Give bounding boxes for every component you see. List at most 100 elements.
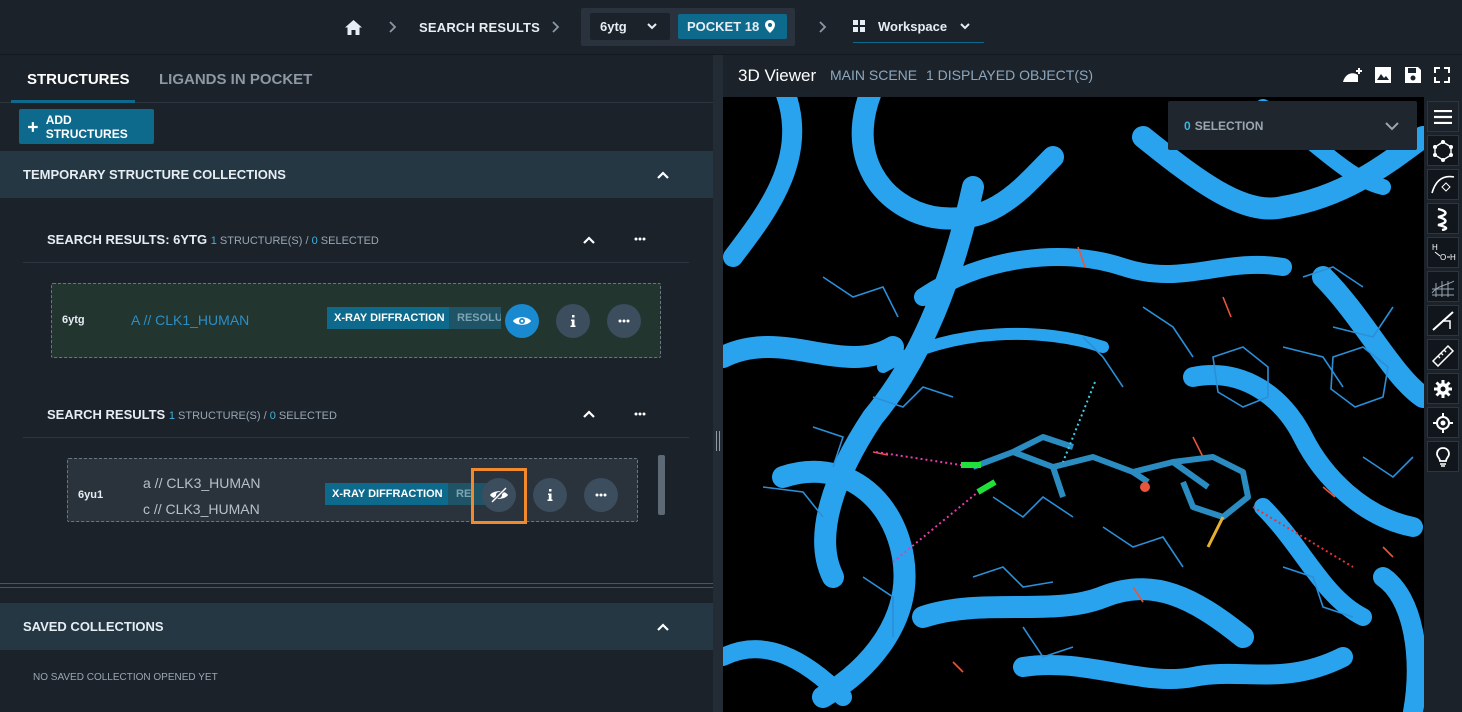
- group-meta: 1 STRUCTURE(S) / 0 SELECTED: [211, 235, 379, 247]
- info-button[interactable]: [556, 304, 590, 338]
- selected-label: SELECTED: [278, 410, 337, 422]
- chevron-down-icon: [1385, 122, 1399, 131]
- helix-icon: [1437, 207, 1448, 231]
- top-navigation-bar: SEARCH RESULTS 6ytg POCKET 18 Workspace: [0, 0, 1462, 55]
- pdb-select-value: 6ytg: [600, 19, 627, 34]
- pdb-select[interactable]: 6ytg: [590, 13, 670, 40]
- workspace-select[interactable]: Workspace: [853, 10, 984, 43]
- section-title: SAVED COLLECTIONS: [23, 619, 164, 634]
- protein-ribbon-render: [723, 97, 1424, 712]
- viewer-title: 3D Viewer: [738, 66, 817, 85]
- svg-text:H: H: [1432, 243, 1438, 252]
- method-badge: X-RAY DIFFRACTION: [327, 307, 452, 329]
- viewer-header: 3D Viewer MAIN SCENE 1 DISPLAYED OBJECT(…: [723, 55, 1462, 97]
- chain-label[interactable]: a // CLK3_HUMAN: [143, 475, 260, 491]
- chevron-up-icon[interactable]: [582, 409, 596, 419]
- divider: [23, 262, 689, 263]
- structure-card-6ytg[interactable]: 6ytg A // CLK1_HUMAN X-RAY DIFFRACTION R…: [51, 283, 661, 358]
- tab-structures[interactable]: STRUCTURES: [27, 71, 130, 88]
- settings-button[interactable]: [1427, 373, 1459, 404]
- cartoon-style-button[interactable]: [1427, 203, 1459, 234]
- selected-label: SELECTED: [320, 235, 379, 247]
- home-button[interactable]: [344, 0, 363, 55]
- scrollbar-thumb[interactable]: [658, 455, 665, 515]
- molecule-icon: [1433, 139, 1453, 162]
- save-icon[interactable]: [1404, 66, 1422, 84]
- add-structures-label: ADD STRUCTURES: [45, 112, 128, 141]
- chevron-up-icon[interactable]: [656, 170, 670, 180]
- chevron-right-icon: [552, 21, 560, 33]
- molecule-3d-canvas[interactable]: [723, 97, 1424, 712]
- breadcrumb-search-results[interactable]: SEARCH RESULTS: [419, 0, 540, 55]
- target-icon: [1433, 412, 1453, 433]
- workspace-label: Workspace: [878, 18, 948, 34]
- chain-label[interactable]: A // CLK1_HUMAN: [131, 312, 249, 328]
- gear-icon: [1434, 379, 1452, 398]
- structure-count: 1: [210, 235, 217, 247]
- chevron-up-icon[interactable]: [656, 622, 670, 632]
- selection-count: 0: [1184, 118, 1191, 133]
- breadcrumb-label: SEARCH RESULTS: [419, 20, 541, 35]
- more-icon[interactable]: [634, 237, 646, 241]
- group-meta: 1 STRUCTURE(S) / 0 SELECTED: [169, 410, 337, 422]
- measure-button[interactable]: [1427, 339, 1459, 370]
- info-button[interactable]: [533, 478, 567, 512]
- location-pin-icon: [765, 20, 776, 33]
- info-icon: [547, 489, 553, 501]
- more-icon: [618, 319, 630, 323]
- panel-resize-handle[interactable]: [713, 55, 723, 712]
- surface-mesh-icon: [1431, 280, 1455, 297]
- chain-label[interactable]: c // CLK3_HUMAN: [143, 501, 260, 517]
- visibility-toggle-button[interactable]: [505, 304, 539, 338]
- active-tab-indicator: [11, 100, 135, 103]
- add-scene-icon[interactable]: [1342, 66, 1364, 84]
- image-icon[interactable]: [1374, 66, 1392, 84]
- clipping-button[interactable]: [1427, 305, 1459, 336]
- selection-dropdown[interactable]: 0 SELECTION: [1168, 101, 1417, 150]
- menu-icon: [1434, 109, 1452, 124]
- info-icon: [570, 315, 576, 327]
- structure-id: 6yu1: [78, 489, 104, 501]
- divider: [0, 587, 713, 588]
- center-view-button[interactable]: [1427, 407, 1459, 438]
- structure-card-6yu1[interactable]: 6yu1 a // CLK3_HUMAN c // CLK3_HUMAN X-R…: [67, 458, 638, 522]
- surface-button[interactable]: [1427, 271, 1459, 302]
- more-button[interactable]: [584, 478, 618, 512]
- count-label: STRUCTURE(S) /: [178, 410, 267, 422]
- temporary-collections-header[interactable]: TEMPORARY STRUCTURE COLLECTIONS: [0, 151, 713, 198]
- more-icon[interactable]: [634, 412, 646, 416]
- molecule-style-button[interactable]: [1427, 135, 1459, 166]
- more-icon: [595, 493, 607, 497]
- saved-collections-header[interactable]: SAVED COLLECTIONS: [0, 603, 713, 650]
- highlight-box: [471, 468, 527, 524]
- group-name: SEARCH RESULTS: 6YTG: [47, 232, 208, 247]
- tips-button[interactable]: [1427, 441, 1459, 472]
- method-badge: X-RAY DIFFRACTION: [325, 483, 450, 505]
- panel-tabs: STRUCTURES LIGANDS IN POCKET: [0, 55, 713, 103]
- selected-count: 0: [269, 410, 276, 422]
- chevron-down-icon: [647, 23, 657, 30]
- tab-ligands-in-pocket[interactable]: LIGANDS IN POCKET: [159, 71, 312, 88]
- pocket-button[interactable]: POCKET 18: [678, 14, 787, 39]
- pocket-label: POCKET 18: [687, 19, 760, 34]
- more-button[interactable]: [607, 304, 641, 338]
- collection-group-title: SEARCH RESULTS: 6YTG 1 STRUCTURE(S) / 0 …: [47, 232, 379, 247]
- scene-label[interactable]: MAIN SCENE: [830, 67, 917, 83]
- displayed-objects-label[interactable]: 1 DISPLAYED OBJECT(S): [926, 67, 1093, 83]
- fullscreen-icon[interactable]: [1434, 67, 1450, 83]
- chevron-up-icon[interactable]: [582, 235, 596, 245]
- grid-icon: [853, 20, 865, 32]
- add-structures-button[interactable]: ADD STRUCTURES: [19, 109, 154, 144]
- ligand-style-button[interactable]: [1427, 169, 1459, 200]
- menu-button[interactable]: [1427, 101, 1459, 132]
- chevron-down-icon: [960, 23, 970, 30]
- structure-id: 6ytg: [62, 314, 85, 326]
- empty-state-text: NO SAVED COLLECTION OPENED YET: [33, 672, 218, 683]
- home-icon: [345, 20, 362, 35]
- divider: [0, 583, 713, 584]
- selection-label: SELECTION: [1194, 118, 1264, 133]
- plus-icon: [28, 121, 38, 132]
- hydrogen-bonds-button[interactable]: HOH: [1427, 237, 1459, 268]
- selected-count: 0: [311, 235, 318, 247]
- structure-count: 1: [168, 410, 175, 422]
